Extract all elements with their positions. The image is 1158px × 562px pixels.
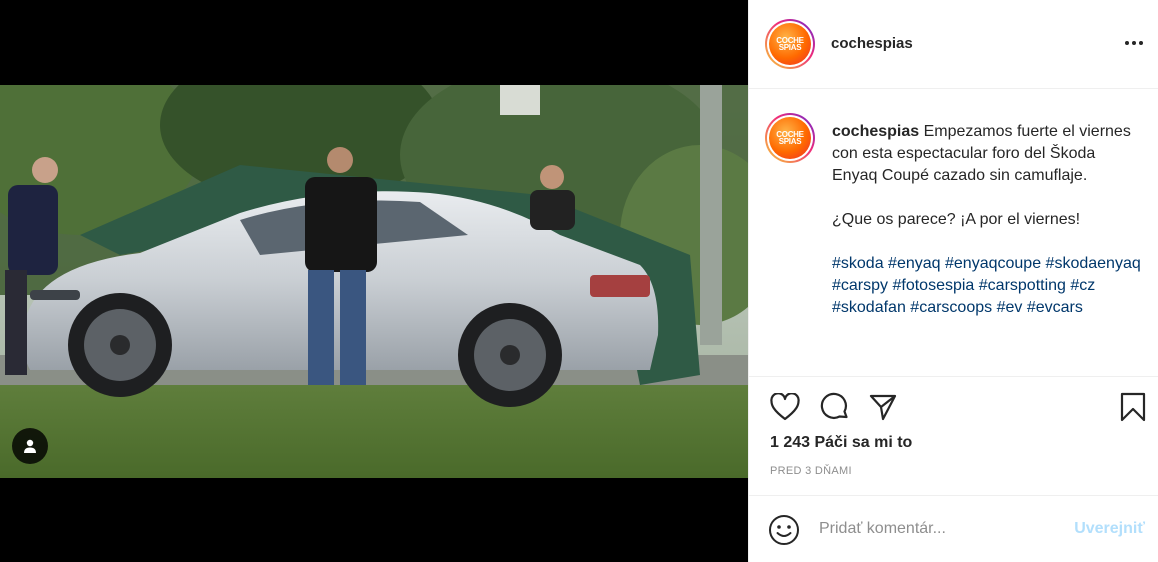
hashtag-link[interactable]: #skodaenyaq xyxy=(1046,255,1141,272)
post-details-panel: COCHE SPIAS cochespias COCHE SPIAS coche… xyxy=(748,0,1158,562)
paper-plane-icon xyxy=(869,394,897,421)
hashtag-link[interactable]: #enyaqcoupe xyxy=(945,255,1041,272)
caption-section: COCHE SPIAS cochespias Empezamos fuerte … xyxy=(749,89,1158,377)
user-tag-button[interactable] xyxy=(12,428,48,464)
avatar-logo-text-2: SPIAS xyxy=(778,137,802,146)
likes-count[interactable]: 1 243 Páči sa mi to xyxy=(770,434,912,452)
comment-icon xyxy=(820,392,848,419)
like-button[interactable] xyxy=(769,391,801,423)
post-comment-button[interactable]: Uverejniť xyxy=(1074,520,1145,538)
post-header: COCHE SPIAS cochespias xyxy=(749,0,1158,89)
heart-icon xyxy=(770,393,800,421)
hashtag-link[interactable]: #cz xyxy=(1070,277,1095,294)
hashtag-link[interactable]: #carscoops xyxy=(910,299,992,316)
emoji-icon xyxy=(769,515,799,545)
share-button[interactable] xyxy=(867,391,899,423)
comment-input[interactable] xyxy=(819,516,1069,542)
hashtag-link[interactable]: #ev xyxy=(997,299,1023,316)
save-button[interactable] xyxy=(1117,391,1149,423)
bookmark-icon xyxy=(1120,392,1146,422)
hashtag-link[interactable]: #carspy xyxy=(832,277,888,294)
hashtag-link[interactable]: #skodafan xyxy=(832,299,906,316)
caption-question: ¿Que os parece? ¡A por el viernes! xyxy=(832,211,1081,228)
post-photo[interactable] xyxy=(0,85,748,478)
comment-button[interactable] xyxy=(819,391,851,423)
hashtag-link[interactable]: #carspotting xyxy=(979,277,1066,294)
action-bar xyxy=(749,377,1158,437)
post-timestamp[interactable]: PRED 3 DŇAMI xyxy=(770,465,852,477)
author-username[interactable]: cochespias xyxy=(831,35,913,52)
hashtag-link[interactable]: #skoda xyxy=(832,255,884,272)
hashtag-link[interactable]: #evcars xyxy=(1027,299,1083,316)
hashtag-list: #skoda #enyaq #enyaqcoupe #skodaenyaq #c… xyxy=(832,253,1142,319)
caption-author-avatar[interactable]: COCHE SPIAS xyxy=(765,113,815,163)
emoji-button[interactable] xyxy=(767,513,801,547)
hashtag-link[interactable]: #fotosespia xyxy=(892,277,974,294)
post-media xyxy=(0,0,748,562)
more-options-button[interactable] xyxy=(1123,32,1145,54)
post-caption: cochespias Empezamos fuerte el viernes c… xyxy=(832,121,1142,319)
avatar-logo-text-2: SPIAS xyxy=(778,43,802,52)
caption-username[interactable]: cochespias xyxy=(832,123,919,140)
more-options-icon xyxy=(1125,41,1129,45)
user-tag-icon xyxy=(24,439,36,453)
comment-bar: Uverejniť xyxy=(749,495,1158,562)
author-avatar[interactable]: COCHE SPIAS xyxy=(765,19,815,69)
hashtag-link[interactable]: #enyaq xyxy=(888,255,941,272)
